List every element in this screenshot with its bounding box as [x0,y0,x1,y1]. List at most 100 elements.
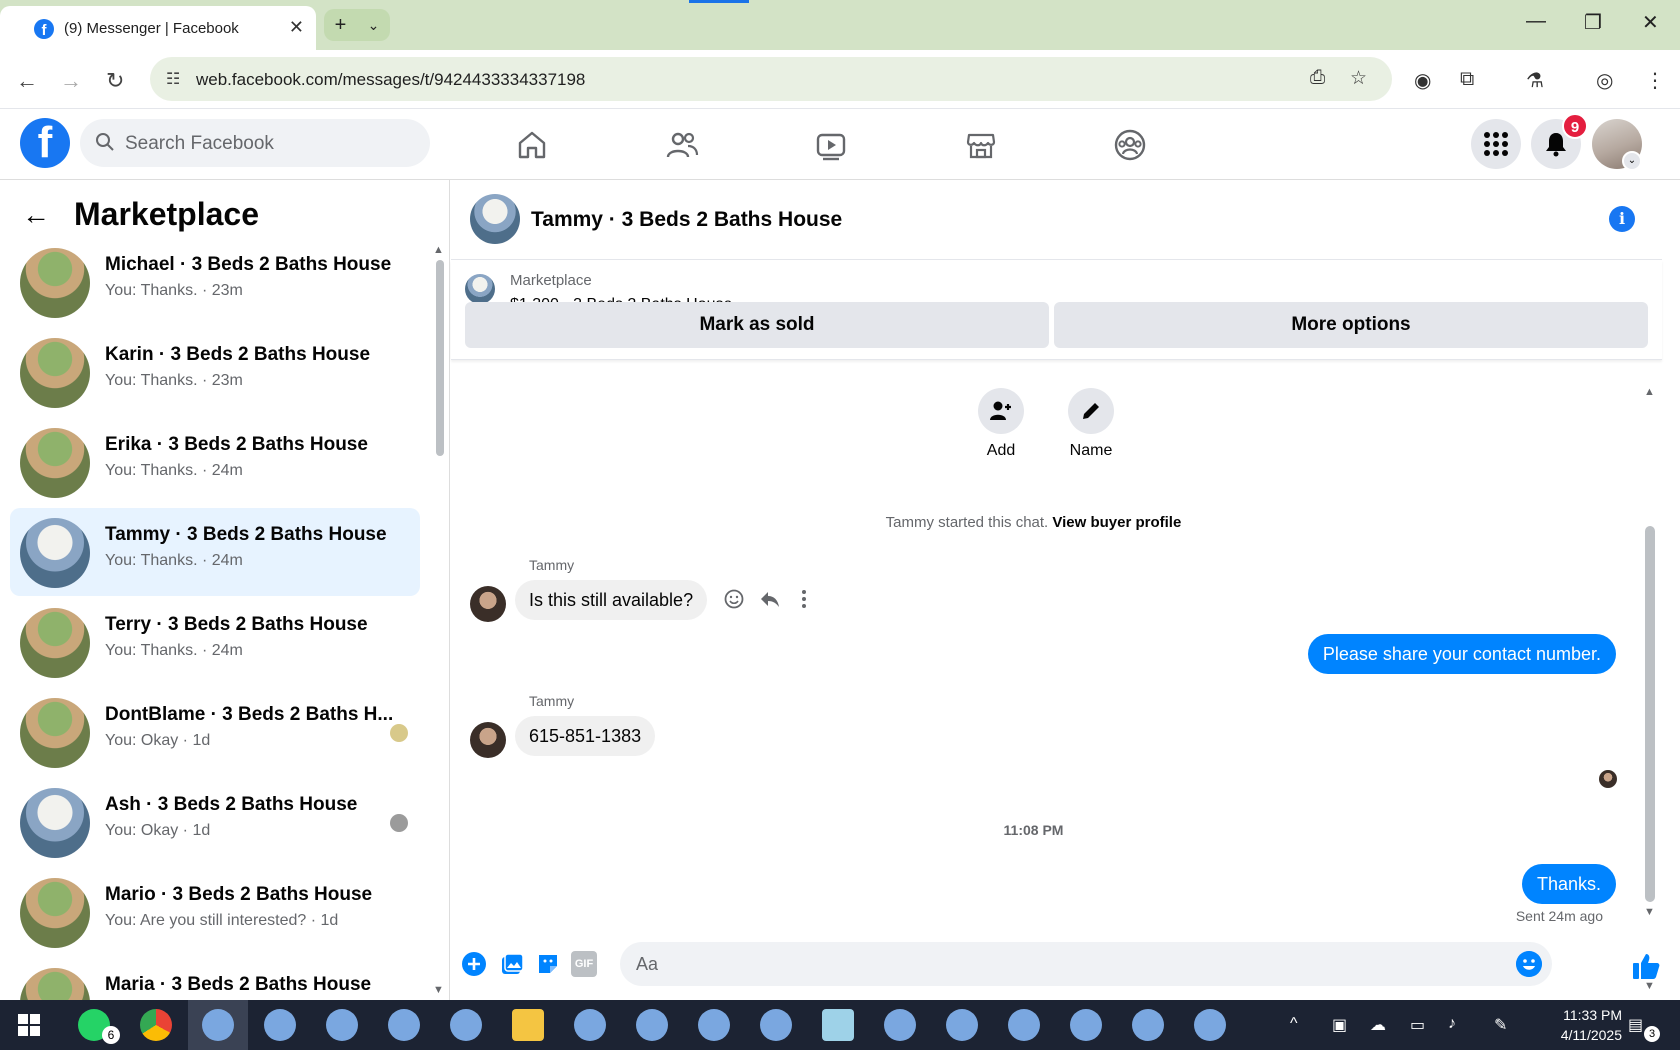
volume-icon[interactable]: ♪ [1448,1015,1456,1033]
onedrive-cloud-icon[interactable]: ☁ [1370,1015,1386,1035]
more-vertical-icon[interactable] [793,588,815,610]
url-text[interactable]: web.facebook.com/messages/t/942443333433… [196,70,585,90]
file-explorer-icon[interactable] [512,1009,544,1041]
network-icon[interactable]: ▭ [1410,1015,1425,1035]
incoming-message[interactable]: Is this still available? [515,580,708,620]
back-arrow-icon[interactable]: ← [22,199,50,231]
window-close-icon[interactable]: ✕ [1642,10,1659,35]
sticker-icon[interactable] [535,951,561,977]
conversation-item[interactable]: Maria · 3 Beds 2 Baths House [10,958,420,1000]
notification-center-badge: 3 [1644,1026,1660,1042]
windows-start-icon[interactable] [18,1014,40,1036]
outgoing-message[interactable]: Thanks. [1521,864,1616,904]
marketplace-icon[interactable] [963,127,999,163]
outgoing-message[interactable]: Please share your contact number. [1307,634,1616,674]
sender-avatar[interactable] [470,722,506,758]
more-options-button[interactable]: More options [1054,302,1648,348]
chrome-profile-icon[interactable] [326,1009,358,1041]
conversation-item[interactable]: Ash · 3 Beds 2 Baths House You: Okay · 1… [10,778,420,866]
chrome-profile-icon[interactable] [884,1009,916,1041]
facebook-logo-icon[interactable]: f [20,118,70,168]
back-arrow-icon[interactable]: ← [16,68,38,94]
sender-avatar[interactable] [470,586,506,622]
chrome-profile-icon[interactable] [636,1009,668,1041]
taskbar-clock[interactable]: 11:33 PM 4/11/2025 [1538,1005,1622,1045]
new-tab-plus-icon[interactable]: + [335,14,347,37]
incoming-message[interactable]: 615-851-1383 [515,716,656,756]
chrome-profile-icon[interactable] [946,1009,978,1041]
forward-arrow-icon[interactable]: → [60,68,82,94]
account-chevron-icon[interactable]: ⌄ [1622,151,1642,171]
conversation-item[interactable]: Terry · 3 Beds 2 Baths House You: Thanks… [10,598,420,686]
info-icon[interactable]: i [1609,206,1635,232]
reload-icon[interactable]: ↻ [106,68,124,94]
react-emoji-icon[interactable] [723,588,745,610]
conversation-item[interactable]: Erika · 3 Beds 2 Baths House You: Thanks… [10,418,420,506]
install-app-icon[interactable]: ⎙ [1310,67,1325,89]
attach-photo-icon[interactable] [499,951,525,977]
conversation-item[interactable]: Mario · 3 Beds 2 Baths House You: Are yo… [10,868,420,956]
labs-flask-icon[interactable]: ⚗ [1526,68,1544,93]
meet-icon[interactable]: ▣ [1332,1015,1347,1035]
chrome-icon[interactable] [140,1009,172,1041]
extension-globe-icon[interactable]: ◉ [1414,68,1431,93]
message-input[interactable]: Aa [620,942,1552,986]
chrome-profile-icon[interactable] [1132,1009,1164,1041]
chrome-profile-icon[interactable] [1008,1009,1040,1041]
conversation-item[interactable]: Michael · 3 Beds 2 Baths House You: Than… [10,238,420,326]
site-info-icon[interactable]: ☷ [166,69,180,89]
chrome-profile-icon[interactable] [388,1009,420,1041]
notepad-icon[interactable] [822,1009,854,1041]
chrome-profile-icon[interactable] [450,1009,482,1041]
sidebar-scrollbar[interactable] [436,260,444,456]
chrome-profile-icon[interactable] [1070,1009,1102,1041]
mark-as-sold-button[interactable]: Mark as sold [465,302,1049,348]
chrome-profile-icon[interactable] [760,1009,792,1041]
listing-avatar [20,698,90,768]
scroll-up-arrow-icon[interactable]: ▲ [433,244,444,256]
scroll-down-arrow-icon[interactable]: ▼ [1644,906,1655,918]
more-actions-plus-icon[interactable] [461,951,487,977]
profile-account-icon[interactable]: ◎ [1596,68,1613,93]
groups-icon[interactable] [1112,127,1148,163]
conversation-item[interactable]: Karin · 3 Beds 2 Baths House You: Thanks… [10,328,420,416]
scroll-down-arrow-icon[interactable]: ▼ [433,984,444,996]
menu-grid-button[interactable] [1471,119,1521,169]
tray-chevron-icon[interactable]: ^ [1290,1015,1298,1033]
scroll-up-arrow-icon[interactable]: ▲ [1644,386,1655,398]
chrome-profile-icon[interactable] [1194,1009,1226,1041]
tab-list-chevron-icon[interactable]: ⌄ [368,17,380,34]
name-chat-action[interactable]: Name [1051,388,1131,460]
chat-avatar[interactable] [470,194,520,244]
chrome-profile-icon[interactable] [264,1009,296,1041]
friends-icon[interactable] [664,127,700,163]
watch-video-icon[interactable] [813,127,849,163]
listing-thumbnail[interactable] [465,274,495,304]
browser-menu-icon[interactable]: ⋮ [1645,68,1665,93]
reply-icon[interactable] [759,588,781,610]
emoji-icon[interactable] [1516,951,1542,977]
chat-title[interactable]: Tammy · 3 Beds 2 Baths House [531,208,842,232]
conversation-item-active[interactable]: Tammy · 3 Beds 2 Baths House You: Thanks… [10,508,420,596]
chrome-profile-icon[interactable] [574,1009,606,1041]
thumbs-up-icon[interactable] [1631,951,1661,981]
search-facebook-input[interactable]: Search Facebook [80,119,430,167]
add-member-action[interactable]: Add [961,388,1041,460]
conversation-item[interactable]: DontBlame · 3 Beds 2 Baths H... You: Oka… [10,688,420,776]
minimize-icon[interactable]: — [1526,10,1546,33]
chrome-profile-icon[interactable] [698,1009,730,1041]
chrome-profile-icon[interactable] [202,1009,234,1041]
bookmark-star-icon[interactable]: ☆ [1350,67,1367,90]
browser-tab[interactable]: f (9) Messenger | Facebook ✕ [0,6,316,50]
conversation-name: Ash · 3 Beds 2 Baths House [105,794,358,815]
pen-icon[interactable]: ✎ [1494,1015,1507,1035]
omnibox[interactable]: ☷ web.facebook.com/messages/t/9424433334… [150,57,1392,101]
tab-close-icon[interactable]: ✕ [289,17,304,38]
extensions-puzzle-icon[interactable]: ⧉ [1460,68,1474,91]
chat-scrollbar[interactable] [1645,526,1655,902]
home-icon[interactable] [514,127,550,163]
notification-center-icon[interactable]: ▤ [1628,1015,1643,1035]
restore-icon[interactable]: ❐ [1584,10,1602,35]
view-buyer-profile-link[interactable]: View buyer profile [1052,514,1181,531]
gif-icon[interactable]: GIF [571,951,597,977]
